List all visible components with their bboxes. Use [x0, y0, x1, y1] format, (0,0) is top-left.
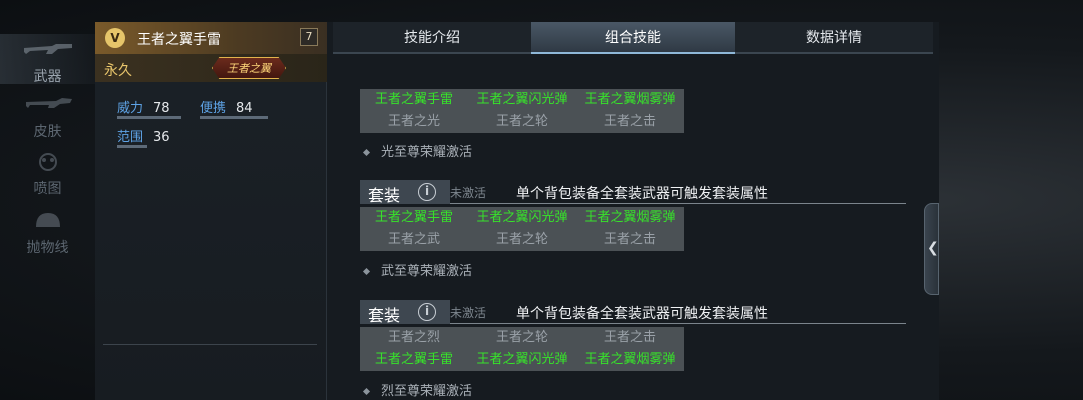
combo-item: 王者之击 — [603, 232, 656, 247]
weapon-info-panel: V 王者之翼手雷 7 永久 王者之翼 威力 78 便携 84 范围 36 — [95, 22, 327, 400]
stat-bar — [200, 116, 268, 119]
tab-combo-skills[interactable]: 组合技能 — [531, 22, 735, 54]
set-label: 套装 — [368, 186, 401, 205]
sidebar-item-skins[interactable]: 皮肤 — [0, 89, 95, 140]
spray-icon — [39, 153, 57, 171]
weapon-level-badge: 7 — [300, 28, 318, 46]
panel-divider — [103, 344, 317, 345]
sidebar-item-label: 抛物线 — [26, 240, 69, 256]
sidebar-item-weapons[interactable]: 武器 — [0, 34, 95, 85]
tab-skill-intro[interactable]: 技能介绍 — [333, 22, 531, 54]
stat-name: 范围 — [117, 130, 144, 145]
info-icon[interactable]: i — [418, 303, 436, 321]
combo-item: 王者之翼烟雾弹 — [584, 210, 676, 225]
weapon-subheader: 永久 王者之翼 — [95, 54, 327, 82]
activation-label: 光至尊荣耀激活 — [381, 145, 473, 160]
set-status: 未激活 — [450, 186, 487, 200]
combo-item: 王者之翼手雷 — [374, 352, 453, 367]
combo-item: 王者之翼烟雾弹 — [584, 92, 676, 107]
combo-item: 王者之轮 — [495, 232, 548, 247]
bullet-icon — [362, 387, 371, 396]
tab-data-details[interactable]: 数据详情 — [735, 22, 933, 54]
skills-panel: 技能介绍 组合技能 数据详情 王者之翼手雷 王者之翼闪光弹 王者之翼烟雾弹 王者… — [327, 22, 939, 400]
activation-label: 武至尊荣耀激活 — [381, 264, 473, 279]
stat-power: 威力 78 — [117, 97, 181, 119]
title-badge-text: 王者之翼 — [227, 62, 271, 75]
activation-text: 武至尊荣耀激活 — [362, 260, 473, 279]
set-row: 套装 i 未激活 单个背包装备全套装武器可触发套装属性 — [360, 180, 906, 205]
chevron-left-icon: ❮ — [927, 240, 939, 256]
set-status: 未激活 — [450, 306, 487, 320]
set-description: 单个背包装备全套装武器可触发套装属性 — [516, 186, 768, 202]
tab-bar: 技能介绍 组合技能 数据详情 — [333, 22, 933, 54]
activation-text: 烈至尊荣耀激活 — [362, 380, 473, 399]
gun-skin-icon — [26, 98, 72, 108]
combo-grid: 王者之翼手雷 王者之翼闪光弹 王者之翼烟雾弹 王者之光 王者之轮 王者之击 — [360, 89, 684, 133]
combo-item: 王者之翼手雷 — [374, 210, 453, 225]
weapon-duration: 永久 — [104, 63, 132, 79]
combo-item: 王者之击 — [603, 114, 656, 129]
stat-name: 威力 — [117, 101, 144, 116]
collapse-panel-button[interactable]: ❮ — [924, 203, 939, 295]
sidebar-item-sprays[interactable]: 喷图 — [0, 146, 95, 197]
activation-text: 光至尊荣耀激活 — [362, 141, 473, 160]
set-label-box: 套装 — [360, 300, 450, 325]
combo-item: 王者之武 — [387, 232, 440, 247]
weapon-header: V 王者之翼手雷 7 — [95, 22, 327, 54]
combo-item: 王者之击 — [603, 330, 656, 345]
set-label-box: 套装 — [360, 180, 450, 205]
combo-item: 王者之光 — [387, 114, 440, 129]
combo-item: 王者之翼闪光弹 — [476, 210, 568, 225]
stat-value: 84 — [236, 101, 253, 116]
helmet-icon — [36, 213, 60, 227]
combo-item: 王者之轮 — [495, 330, 548, 345]
rifle-icon — [24, 44, 72, 54]
stat-range: 范围 36 — [117, 126, 170, 148]
combo-item: 王者之翼闪光弹 — [476, 352, 568, 367]
rank-emblem-icon: V — [105, 28, 125, 48]
combo-grid: 王者之烈 王者之轮 王者之击 王者之翼手雷 王者之翼闪光弹 王者之翼烟雾弹 — [360, 327, 684, 371]
stat-portability: 便携 84 — [200, 97, 268, 119]
stat-bar — [117, 145, 147, 148]
set-description: 单个背包装备全套装武器可触发套装属性 — [516, 306, 768, 322]
stat-value: 78 — [153, 101, 170, 116]
combo-item: 王者之烈 — [387, 330, 440, 345]
combo-item: 王者之翼烟雾弹 — [584, 352, 676, 367]
set-label: 套装 — [368, 306, 401, 325]
sidebar-item-label: 皮肤 — [33, 124, 62, 140]
set-row: 套装 i 未激活 单个背包装备全套装武器可触发套装属性 — [360, 300, 906, 325]
stat-value: 36 — [153, 130, 170, 145]
bullet-icon — [362, 148, 371, 157]
combo-item: 王者之翼闪光弹 — [476, 92, 568, 107]
combo-grid: 王者之翼手雷 王者之翼闪光弹 王者之翼烟雾弹 王者之武 王者之轮 王者之击 — [360, 207, 684, 251]
combo-item: 王者之轮 — [495, 114, 548, 129]
info-icon[interactable]: i — [418, 183, 436, 201]
sidebar-item-label: 武器 — [33, 69, 62, 85]
sidebar-item-parabola[interactable]: 抛物线 — [0, 205, 95, 256]
activation-label: 烈至尊荣耀激活 — [381, 384, 473, 399]
sidebar-item-label: 喷图 — [33, 181, 62, 197]
weapon-title-badge: 王者之翼 — [212, 57, 286, 79]
bullet-icon — [362, 267, 371, 276]
combo-item: 王者之翼手雷 — [374, 92, 453, 107]
weapon-name: 王者之翼手雷 — [137, 32, 221, 48]
stat-name: 便携 — [200, 101, 227, 116]
stat-bar — [117, 116, 181, 119]
category-sidebar: 武器 皮肤 喷图 抛物线 — [0, 22, 95, 282]
